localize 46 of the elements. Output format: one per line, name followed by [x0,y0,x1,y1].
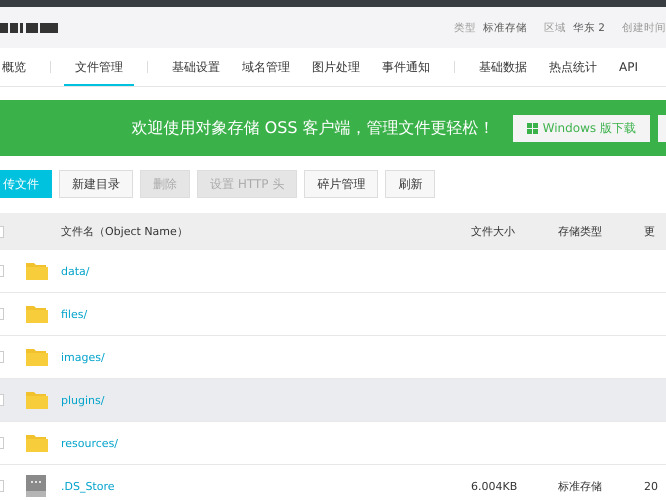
file-row[interactable]: files/ [0,293,666,336]
nav-tab[interactable]: 事件通知 [371,48,441,86]
toolbar-button[interactable]: 碎片管理 [304,170,378,198]
object-link[interactable]: plugins/ [61,394,471,406]
nav-tab[interactable]: 基础数据 [468,48,538,86]
nav-tab[interactable]: 热点统计 [538,48,608,86]
windows-icon [526,122,538,134]
nav-tab[interactable]: 图片处理 [301,48,371,86]
object-link[interactable]: .DS_Store [61,480,471,492]
folder-icon [26,262,48,280]
toolbar-button[interactable]: 传文件 [0,170,52,198]
column-header: 更 [644,224,655,239]
nav-tab[interactable]: 文件管理 [64,48,134,86]
object-link[interactable]: files/ [61,308,471,320]
column-header: 文件名（Object Name） [61,224,189,239]
meta-label: 区域 [544,20,566,34]
object-link[interactable]: resources/ [61,436,471,450]
logo-icon [0,22,58,34]
file-row[interactable]: resources/ [0,422,666,465]
object-link[interactable]: data/ [61,264,471,278]
download-button[interactable]: Windows 版下载 [512,114,650,142]
folder-icon [26,434,48,452]
file-icon [26,475,46,497]
nav-tab[interactable]: 域名管理 [231,48,301,86]
object-link[interactable]: images/ [61,350,471,364]
size-cell: 6.004KB [471,480,518,492]
folder-icon [26,391,48,409]
nav-tab[interactable]: API [608,48,649,86]
file-row[interactable]: .DS_Store 6.004KB 标准存储 20 [0,465,666,500]
column-header: 存储类型 [558,224,603,239]
meta-label: 类型 [454,20,476,34]
nav-tab[interactable]: 概览 [0,48,37,86]
folder-icon [26,305,48,323]
toolbar-button[interactable]: 新建目录 [59,170,133,198]
storage-cell: 标准存储 [558,480,602,492]
date-cell: 20 [644,480,658,492]
meta-label: 创建时间 [622,20,666,34]
banner-text: 欢迎使用对象存储 OSS 客户端，管理文件更轻松！ [132,118,495,138]
column-header: 文件大小 [471,224,516,239]
folder-icon [26,348,48,366]
nav-tab[interactable]: 基础设置 [161,48,231,86]
meta-value: 标准存储 [482,20,527,34]
file-row[interactable]: data/ [0,250,666,293]
toolbar-button[interactable]: 刷新 [385,170,436,198]
file-row[interactable]: plugins/ [0,379,666,422]
meta-value: 华东 2 [572,20,605,34]
